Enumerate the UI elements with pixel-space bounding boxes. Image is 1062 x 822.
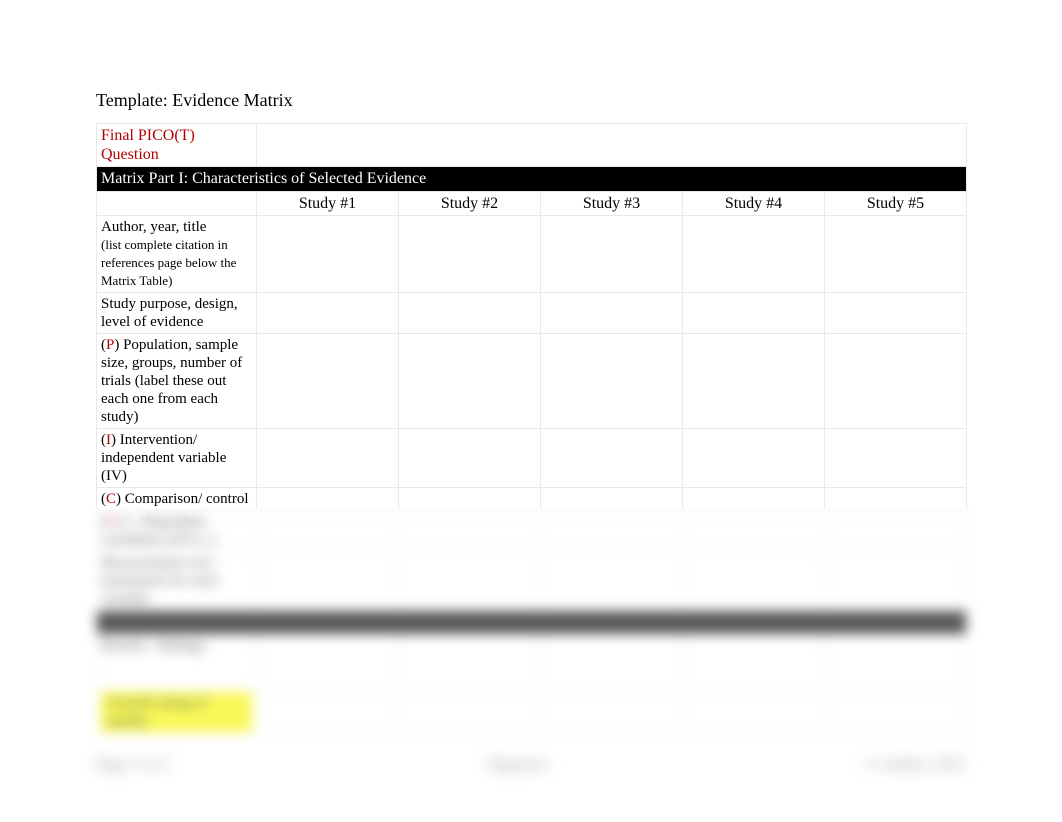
cell-r5-s1: [257, 487, 399, 510]
highlight-label: Overall rating of quality: [101, 692, 252, 732]
cell-r2-s4: [683, 292, 825, 333]
cell-r8-s4: [683, 634, 825, 689]
cell-r7-s1: [257, 551, 399, 610]
row-intervention-label: (I) Intervention/ independent variable (…: [97, 428, 257, 487]
cell-r3-s5: [825, 333, 967, 428]
col-head-study4: Study #4: [683, 191, 825, 215]
cell-r7-s2: [399, 551, 541, 610]
cell-r8-s1: [257, 634, 399, 689]
pico-line2: Question: [101, 146, 159, 163]
cell-r9-s2: [399, 689, 541, 734]
pico-answer-cell: [257, 124, 967, 167]
cell-r7-s5: [825, 551, 967, 610]
cell-r9-s4: [683, 689, 825, 734]
cell-r9-s3: [541, 689, 683, 734]
cell-r4-s1: [257, 428, 399, 487]
cell-r6-s3: [541, 510, 683, 551]
cell-r5-s3: [541, 487, 683, 510]
section-1-row: Matrix Part I: Characteristics of Select…: [97, 167, 967, 191]
row-comparison-main: Comparison/ control: [121, 491, 249, 507]
row-measure-blur: Measurement tool / instrument for each v…: [97, 551, 967, 610]
cell-r4-s2: [399, 428, 541, 487]
row-purpose: Study purpose, design, level of evidence: [97, 292, 967, 333]
row-intervention-main: Intervention/ independent variable (IV): [101, 432, 226, 484]
col-head-study1: Study #1: [257, 191, 399, 215]
col-head-study2: Study #2: [399, 191, 541, 215]
pico-line1: Final PICO(T): [101, 127, 195, 144]
section-2-row: Matrix Part II: Critical Appraisal: [97, 610, 967, 634]
document-title: Template: Evidence Matrix: [96, 90, 966, 111]
row-population-label: (P) Population, sample size, groups, num…: [97, 333, 257, 428]
cell-r5-s4: [683, 487, 825, 510]
col-head-study3: Study #3: [541, 191, 683, 215]
footer-center: Signature: [487, 756, 548, 774]
pico-header-row: Final PICO(T) Question: [97, 124, 967, 167]
row-author-sub: (list complete citation in references pa…: [101, 237, 236, 288]
cell-r5-s2: [399, 487, 541, 510]
cell-r8-s5: [825, 634, 967, 689]
pico-header-cell: Final PICO(T) Question: [97, 124, 257, 167]
cell-r3-s1: [257, 333, 399, 428]
row-results-blur: Results / findings: [97, 634, 967, 689]
section-1-bar: Matrix Part I: Characteristics of Select…: [97, 167, 967, 191]
evidence-matrix-table: Final PICO(T) Question Matrix Part I: Ch…: [96, 123, 967, 735]
row-measure-label: Measurement tool / instrument for each v…: [97, 551, 257, 610]
cell-r3-s2: [399, 333, 541, 428]
cell-r7-s4: [683, 551, 825, 610]
cell-r6-s5: [825, 510, 967, 551]
cell-r1-s1: [257, 215, 399, 292]
row-population: (P) Population, sample size, groups, num…: [97, 333, 967, 428]
cell-r2-s1: [257, 292, 399, 333]
cell-r8-s2: [399, 634, 541, 689]
cell-r4-s5: [825, 428, 967, 487]
cell-r2-s3: [541, 292, 683, 333]
cell-r1-s5: [825, 215, 967, 292]
footer-left: Page 1 of 2: [96, 756, 168, 774]
row-author: Author, year, title (list complete citat…: [97, 215, 967, 292]
col-head-study5: Study #5: [825, 191, 967, 215]
cell-r1-s2: [399, 215, 541, 292]
row-intervention: (I) Intervention/ independent variable (…: [97, 428, 967, 487]
cell-r9-s5: [825, 689, 967, 734]
cell-r1-s4: [683, 215, 825, 292]
row-highlight-cell: Overall rating of quality: [97, 689, 257, 734]
cell-r4-s3: [541, 428, 683, 487]
cell-r6-s1: [257, 510, 399, 551]
cell-r9-s1: [257, 689, 399, 734]
cell-r6-s4: [683, 510, 825, 551]
footer-right: © Author, 2021: [866, 756, 966, 774]
row-comparison-label: (C) Comparison/ control: [97, 487, 257, 510]
cell-r1-s3: [541, 215, 683, 292]
cell-r5-s5: [825, 487, 967, 510]
section-2-bar: Matrix Part II: Critical Appraisal: [97, 610, 967, 634]
col-head-rowlabel: [97, 191, 257, 215]
document-page: Template: Evidence Matrix Final PICO(T) …: [0, 0, 1062, 822]
row-results-label: Results / findings: [97, 634, 257, 689]
cell-r3-s3: [541, 333, 683, 428]
c-letter: C: [106, 491, 116, 507]
page-footer: Page 1 of 2 Signature © Author, 2021: [96, 756, 966, 774]
cell-r4-s4: [683, 428, 825, 487]
row-population-main: Population, sample size, groups, number …: [101, 337, 242, 425]
cell-r3-s4: [683, 333, 825, 428]
row-comparison: (C) Comparison/ control: [97, 487, 967, 510]
cell-r2-s2: [399, 292, 541, 333]
row-outcome-label: (O) 1. Dependent variable(s) (DV); 2.: [97, 510, 257, 551]
row-highlight-blur: Overall rating of quality: [97, 689, 967, 734]
cell-r2-s5: [825, 292, 967, 333]
row-author-main: Author, year, title: [101, 219, 206, 235]
column-header-row: Study #1 Study #2 Study #3 Study #4 Stud…: [97, 191, 967, 215]
row-author-label: Author, year, title (list complete citat…: [97, 215, 257, 292]
cell-r8-s3: [541, 634, 683, 689]
o-letter: O: [106, 514, 117, 530]
row-outcome: (O) 1. Dependent variable(s) (DV); 2.: [97, 510, 967, 551]
row-purpose-label: Study purpose, design, level of evidence: [97, 292, 257, 333]
cell-r7-s3: [541, 551, 683, 610]
cell-r6-s2: [399, 510, 541, 551]
